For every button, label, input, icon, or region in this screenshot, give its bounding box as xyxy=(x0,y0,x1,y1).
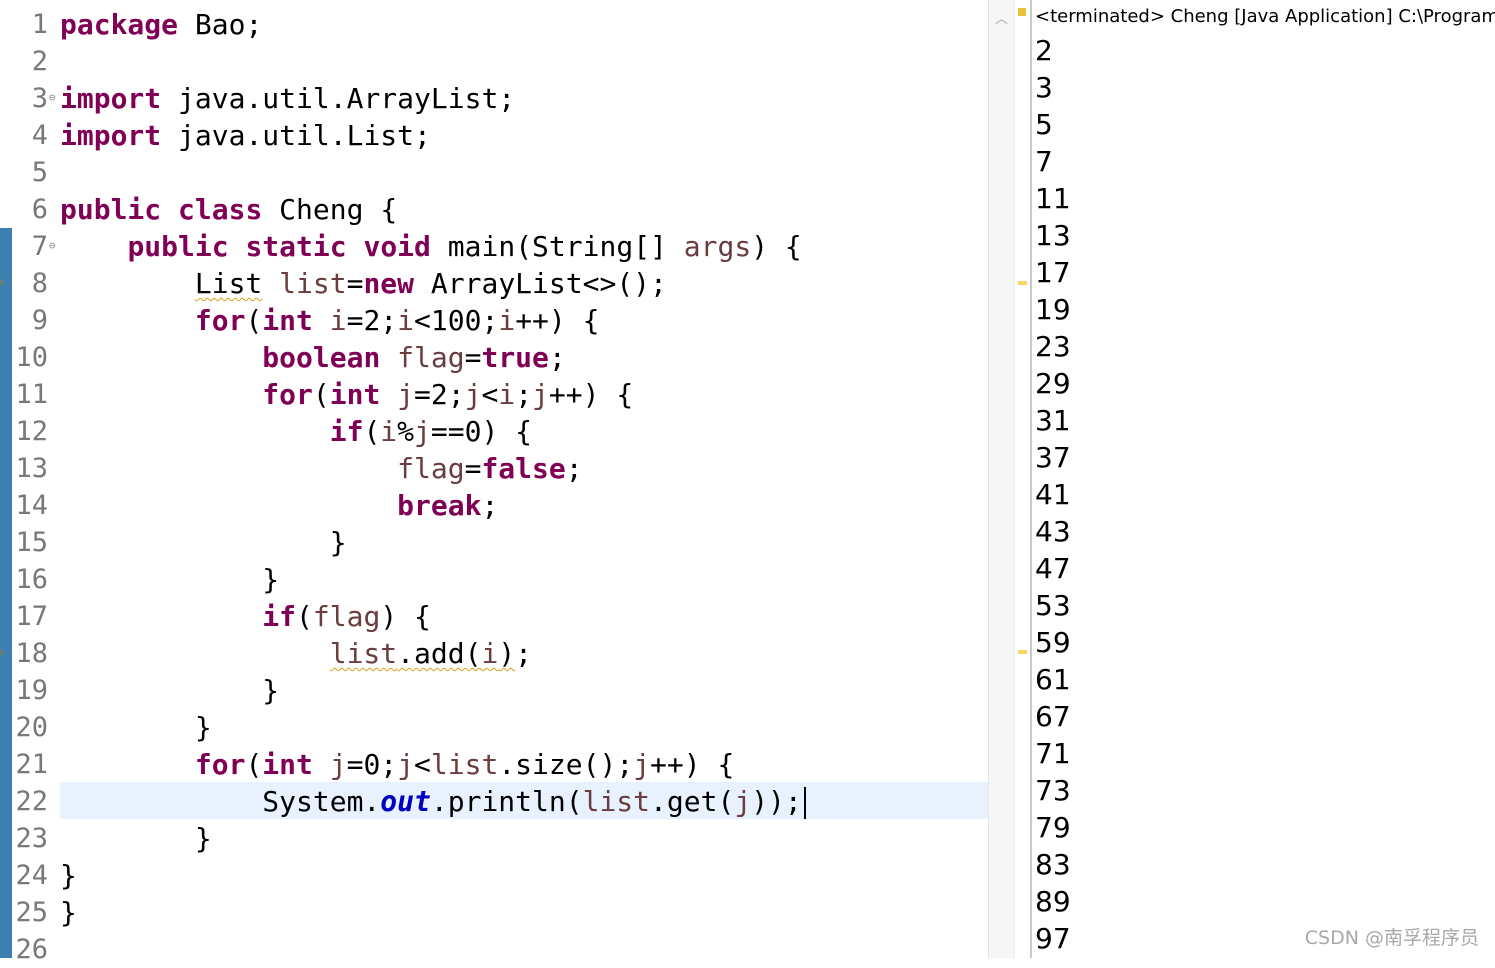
line-number: 26 xyxy=(15,934,48,965)
code-line-14[interactable]: break; xyxy=(60,487,498,524)
code-line-17[interactable]: if(flag) { xyxy=(60,598,431,635)
line-number: 18 xyxy=(15,638,48,669)
line-number: 1 xyxy=(31,9,48,40)
code-line-24[interactable]: } xyxy=(60,857,77,894)
warning-overview-marker[interactable] xyxy=(1018,281,1027,285)
code-line-21[interactable]: for(int j=0;j<list.size();j++) { xyxy=(60,746,734,783)
line-number: 5 xyxy=(31,157,48,188)
line-number: 23 xyxy=(15,823,48,854)
line-number: 14 xyxy=(15,490,48,521)
warning-icon[interactable]: ⚠ xyxy=(0,646,10,658)
console-output-line: 41 xyxy=(1035,478,1071,511)
change-bar xyxy=(0,228,12,958)
console-output-line: 43 xyxy=(1035,515,1071,548)
console-view[interactable]: <terminated> Cheng [Java Application] C:… xyxy=(1032,0,1495,958)
console-header: <terminated> Cheng [Java Application] C:… xyxy=(1035,6,1495,27)
collapse-icon[interactable]: ⊖ xyxy=(49,240,56,252)
code-line-10[interactable]: boolean flag=true; xyxy=(60,339,565,376)
console-output-line: 89 xyxy=(1035,885,1071,918)
console-output-line: 11 xyxy=(1035,182,1071,215)
line-number: 4 xyxy=(31,120,48,151)
console-output-line: 29 xyxy=(1035,367,1071,400)
console-output-line: 73 xyxy=(1035,774,1071,807)
code-line-6[interactable]: public class Cheng { xyxy=(60,191,397,228)
code-line-19[interactable]: } xyxy=(60,672,279,709)
console-output-line: 71 xyxy=(1035,737,1071,770)
code-line-15[interactable]: } xyxy=(60,524,347,561)
console-output-line: 79 xyxy=(1035,811,1071,844)
change-ruler: ⚠ ⚠ xyxy=(0,0,12,958)
console-output-line: 3 xyxy=(1035,71,1053,104)
console-output-line: 59 xyxy=(1035,626,1071,659)
code-line-25[interactable]: } xyxy=(60,894,77,931)
code-line-4[interactable]: import java.util.List; xyxy=(60,117,431,154)
line-number: 2 xyxy=(31,46,48,77)
console-output-line: 13 xyxy=(1035,219,1071,252)
console-output-line: 61 xyxy=(1035,663,1071,696)
code-line-11[interactable]: for(int j=2;j<i;j++) { xyxy=(60,376,633,413)
line-number: 21 xyxy=(15,749,48,780)
line-number: 17 xyxy=(15,601,48,632)
code-line-18[interactable]: list.add(i); xyxy=(60,635,532,672)
console-output-line: 17 xyxy=(1035,256,1071,289)
line-number: 3 xyxy=(31,83,48,114)
console-output-line: 31 xyxy=(1035,404,1071,437)
collapse-icon[interactable]: ⊖ xyxy=(49,92,56,104)
line-number: 16 xyxy=(15,564,48,595)
line-number: 6 xyxy=(31,194,48,225)
line-number-gutter: 1 2 3 ⊖ 4 5 6 7 ⊖ 8 9 10 11 12 13 14 15 … xyxy=(12,0,58,965)
line-number: 22 xyxy=(15,786,48,817)
code-editor[interactable]: ⚠ ⚠ 1 2 3 ⊖ 4 5 6 7 ⊖ 8 9 10 11 12 13 14… xyxy=(0,0,990,965)
text-caret xyxy=(803,787,806,819)
console-output-line: 53 xyxy=(1035,589,1071,622)
line-number: 12 xyxy=(15,416,48,447)
code-line-16[interactable]: } xyxy=(60,561,279,598)
code-line-20[interactable]: } xyxy=(60,709,212,746)
console-output-line: 5 xyxy=(1035,108,1053,141)
code-line-8[interactable]: List list=new ArrayList<>(); xyxy=(60,265,667,302)
warning-icon[interactable]: ⚠ xyxy=(0,276,10,288)
console-output-line: 97 xyxy=(1035,922,1071,955)
console-output-line: 47 xyxy=(1035,552,1071,585)
editor-vertical-scrollbar[interactable]: ︿ xyxy=(988,0,1015,958)
console-output-line: 19 xyxy=(1035,293,1071,326)
console-output-line: 7 xyxy=(1035,145,1053,178)
code-line-22[interactable]: System.out.println(list.get(j)); xyxy=(60,783,806,820)
code-line-13[interactable]: flag=false; xyxy=(60,450,582,487)
line-number: 20 xyxy=(15,712,48,743)
console-output-line: 83 xyxy=(1035,848,1071,881)
console-output-line: 37 xyxy=(1035,441,1071,474)
scroll-up-icon[interactable]: ︿ xyxy=(995,8,1008,27)
warning-overview-marker[interactable] xyxy=(1018,650,1027,654)
code-line-3[interactable]: import java.util.ArrayList; xyxy=(60,80,515,117)
line-number: 10 xyxy=(15,342,48,373)
console-output-line: 67 xyxy=(1035,700,1071,733)
watermark: CSDN @南孚程序员 xyxy=(1304,927,1479,949)
console-output-line: 23 xyxy=(1035,330,1071,363)
line-number: 7 xyxy=(31,231,48,262)
code-line-7[interactable]: public static void main(String[] args) { xyxy=(60,228,801,265)
line-number: 11 xyxy=(15,379,48,410)
overview-status-marker[interactable] xyxy=(1018,8,1026,16)
code-line-1[interactable]: package Bao; xyxy=(60,6,262,43)
overview-ruler[interactable] xyxy=(1014,0,1031,958)
line-number: 24 xyxy=(15,860,48,891)
code-line-9[interactable]: for(int i=2;i<100;i++) { xyxy=(60,302,600,339)
line-number: 15 xyxy=(15,527,48,558)
line-number: 19 xyxy=(15,675,48,706)
line-number: 13 xyxy=(15,453,48,484)
line-number: 8 xyxy=(31,268,48,299)
line-number: 25 xyxy=(15,897,48,928)
line-number: 9 xyxy=(31,305,48,336)
code-area[interactable]: package Bao; import java.util.ArrayList;… xyxy=(60,0,988,958)
code-line-23[interactable]: } xyxy=(60,820,212,857)
code-line-12[interactable]: if(i%j==0) { xyxy=(60,413,532,450)
console-output-line: 2 xyxy=(1035,34,1053,67)
